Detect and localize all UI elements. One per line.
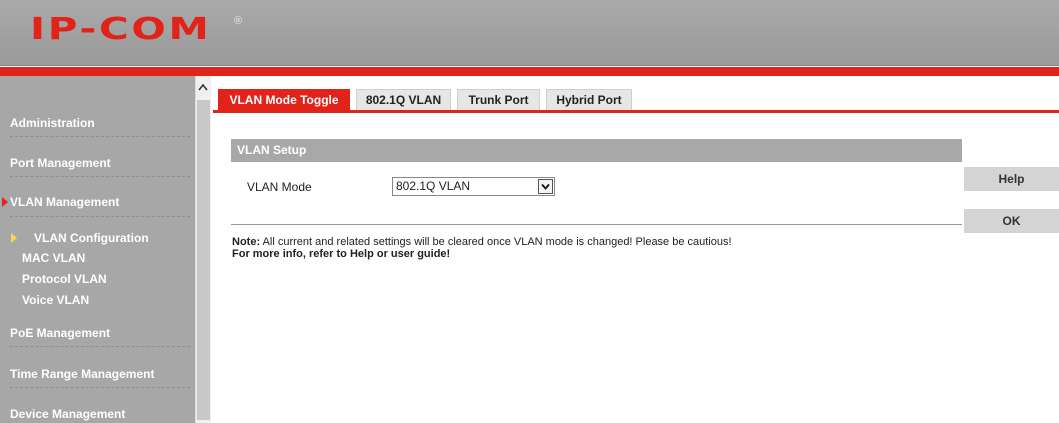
sidebar: Administration Port Management VLAN Mana… bbox=[0, 76, 195, 423]
sidebar-item-label: PoE Management bbox=[10, 326, 111, 340]
sidebar-item-label: Device Management bbox=[10, 407, 126, 421]
sidebar-subitem-label: VLAN Configuration bbox=[34, 231, 149, 245]
sidebar-subitem-vlan-configuration[interactable]: VLAN Configuration bbox=[12, 231, 149, 245]
tab-8021q-vlan[interactable]: 802.1Q VLAN bbox=[356, 89, 451, 110]
divider bbox=[231, 224, 962, 225]
sidebar-subitem-label: Protocol VLAN bbox=[22, 272, 107, 286]
note-prefix: Note: bbox=[232, 236, 261, 248]
divider bbox=[10, 176, 190, 177]
sidebar-subitem-label: Voice VLAN bbox=[22, 293, 90, 307]
registered-mark: ® bbox=[234, 15, 243, 27]
sidebar-item-label: Administration bbox=[10, 116, 95, 130]
sidebar-item-vlan-management[interactable]: VLAN Management bbox=[0, 195, 195, 209]
sidebar-item-administration[interactable]: Administration bbox=[0, 116, 195, 130]
scrollbar-thumb[interactable] bbox=[197, 100, 210, 420]
tab-vlan-mode-toggle[interactable]: VLAN Mode Toggle bbox=[218, 89, 350, 110]
header: IP-COM ® bbox=[0, 0, 1059, 66]
sidebar-subitem-voice-vlan[interactable]: Voice VLAN bbox=[0, 293, 89, 307]
note-body: All current and related settings will be… bbox=[260, 236, 732, 248]
divider bbox=[10, 387, 190, 388]
chevron-down-icon[interactable] bbox=[538, 179, 553, 194]
help-button[interactable]: Help bbox=[964, 167, 1059, 191]
divider bbox=[10, 216, 190, 217]
divider bbox=[10, 136, 190, 137]
section-title: VLAN Setup bbox=[231, 139, 962, 162]
ok-button[interactable]: OK bbox=[964, 209, 1059, 233]
more-info-text: For more info, refer to Help or user gui… bbox=[232, 248, 451, 260]
vlan-mode-select[interactable]: 802.1Q VLAN bbox=[392, 177, 555, 196]
sidebar-subitem-protocol-vlan[interactable]: Protocol VLAN bbox=[0, 272, 107, 286]
sidebar-item-time-range-management[interactable]: Time Range Management bbox=[0, 367, 195, 381]
brand-logo: IP-COM ® bbox=[30, 15, 242, 45]
sidebar-subitem-mac-vlan[interactable]: MAC VLAN bbox=[0, 251, 85, 265]
sidebar-item-label: Port Management bbox=[10, 156, 111, 170]
sidebar-item-device-management[interactable]: Device Management bbox=[0, 407, 195, 421]
note-text: Note: All current and related settings w… bbox=[232, 236, 732, 248]
sidebar-item-poe-management[interactable]: PoE Management bbox=[0, 326, 195, 340]
logo-text: IP-COM bbox=[30, 12, 212, 47]
tab-hybrid-port[interactable]: Hybrid Port bbox=[546, 89, 632, 110]
sidebar-item-port-management[interactable]: Port Management bbox=[0, 156, 195, 170]
divider bbox=[10, 346, 190, 347]
chevron-up-icon[interactable] bbox=[196, 80, 210, 96]
sidebar-item-label: Time Range Management bbox=[10, 367, 155, 381]
tab-trunk-port[interactable]: Trunk Port bbox=[457, 89, 540, 110]
vlan-mode-value: 802.1Q VLAN bbox=[396, 179, 471, 193]
sidebar-item-label: VLAN Management bbox=[10, 195, 120, 209]
header-accent-bar bbox=[0, 67, 1059, 76]
sidebar-subitem-label: MAC VLAN bbox=[22, 251, 86, 265]
tabs-underline bbox=[213, 110, 1059, 113]
vlan-mode-label: VLAN Mode bbox=[247, 180, 312, 194]
